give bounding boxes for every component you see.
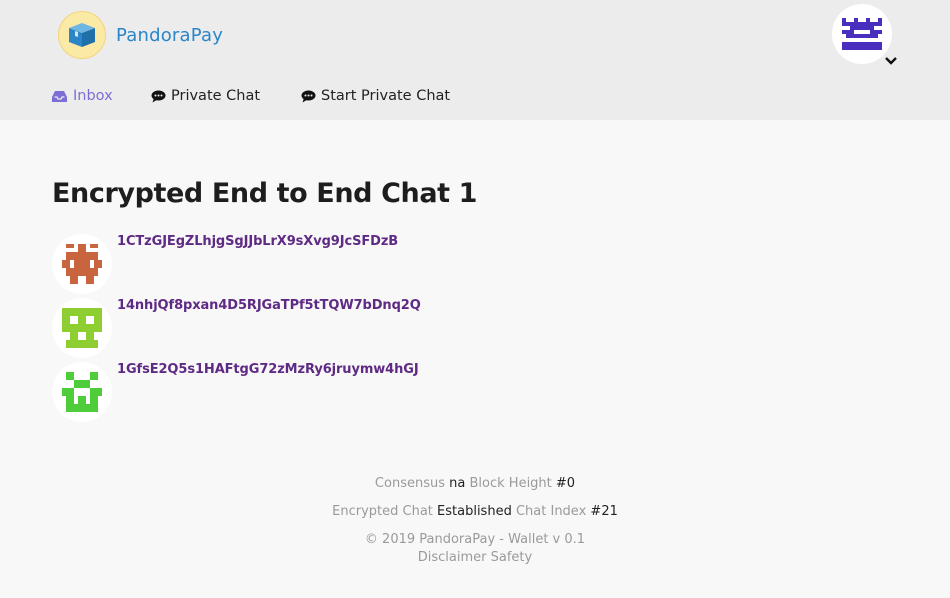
inbox-icon xyxy=(52,90,67,102)
main-nav: Inbox Private Chat Start Private Chat xyxy=(0,88,950,114)
comment-icon xyxy=(151,90,166,102)
page-title: Encrypted End to End Chat 1 xyxy=(52,178,478,209)
chat-index-label: Chat Index xyxy=(515,504,587,519)
footer-links: Disclaimer Safety xyxy=(0,550,950,565)
comment-icon xyxy=(301,90,316,102)
chat-index-value: #21 xyxy=(590,504,618,519)
encrypted-chat-value: Established xyxy=(437,504,512,519)
nav-inbox[interactable]: Inbox xyxy=(51,88,113,104)
user-avatar[interactable] xyxy=(832,4,892,64)
header: PandoraPay Inbox Private Chat Start Priv… xyxy=(0,0,950,120)
nav-private-chat-label: Private Chat xyxy=(171,88,261,104)
participant-address[interactable]: 1CTzGJEgZLhjgSgJJbLrX9sXvg9JcSFDzB xyxy=(117,234,398,249)
block-height-value: #0 xyxy=(555,476,576,491)
chat-status: Encrypted Chat Established Chat Index #2… xyxy=(0,504,950,519)
participant-avatar[interactable] xyxy=(52,234,112,294)
consensus-status: Consensus na Block Height #0 xyxy=(0,476,950,491)
nav-start-private-chat-label: Start Private Chat xyxy=(321,88,451,104)
chevron-down-icon[interactable] xyxy=(884,55,898,67)
participant-address[interactable]: 14nhjQf8pxan4D5RJGaTPf5tTQW7bDnq2Q xyxy=(117,298,421,313)
participant-item: 1GfsE2Q5s1HAFtgG72zMzRy6jruymw4hGJ xyxy=(52,362,652,424)
copyright: © 2019 PandoraPay - Wallet v 0.1 xyxy=(364,532,586,547)
pandora-box-icon xyxy=(58,11,106,59)
participant-item: 14nhjQf8pxan4D5RJGaTPf5tTQW7bDnq2Q xyxy=(52,298,652,360)
logo-link[interactable]: PandoraPay xyxy=(58,11,223,59)
participant-item: 1CTzGJEgZLhjgSgJJbLrX9sXvg9JcSFDzB xyxy=(52,234,652,296)
nav-private-chat[interactable]: Private Chat xyxy=(151,88,260,104)
identicon-avatar-icon xyxy=(62,372,102,412)
consensus-label: Consensus xyxy=(374,476,445,491)
nav-inbox-label: Inbox xyxy=(73,88,113,104)
app-name: PandoraPay xyxy=(116,24,224,46)
disclaimer-link[interactable]: Disclaimer xyxy=(418,550,487,565)
participant-avatar[interactable] xyxy=(52,298,112,358)
identicon-avatar-icon xyxy=(842,18,882,50)
safety-link[interactable]: Safety xyxy=(491,550,533,565)
identicon-avatar-icon xyxy=(62,244,102,284)
encrypted-chat-label: Encrypted Chat xyxy=(332,504,433,519)
identicon-avatar-icon xyxy=(62,308,102,348)
participant-avatar[interactable] xyxy=(52,362,112,422)
block-height-label: Block Height xyxy=(469,476,552,491)
participant-address[interactable]: 1GfsE2Q5s1HAFtgG72zMzRy6jruymw4hGJ xyxy=(117,362,419,377)
consensus-value: na xyxy=(449,476,466,491)
nav-start-private-chat[interactable]: Start Private Chat xyxy=(301,88,450,104)
